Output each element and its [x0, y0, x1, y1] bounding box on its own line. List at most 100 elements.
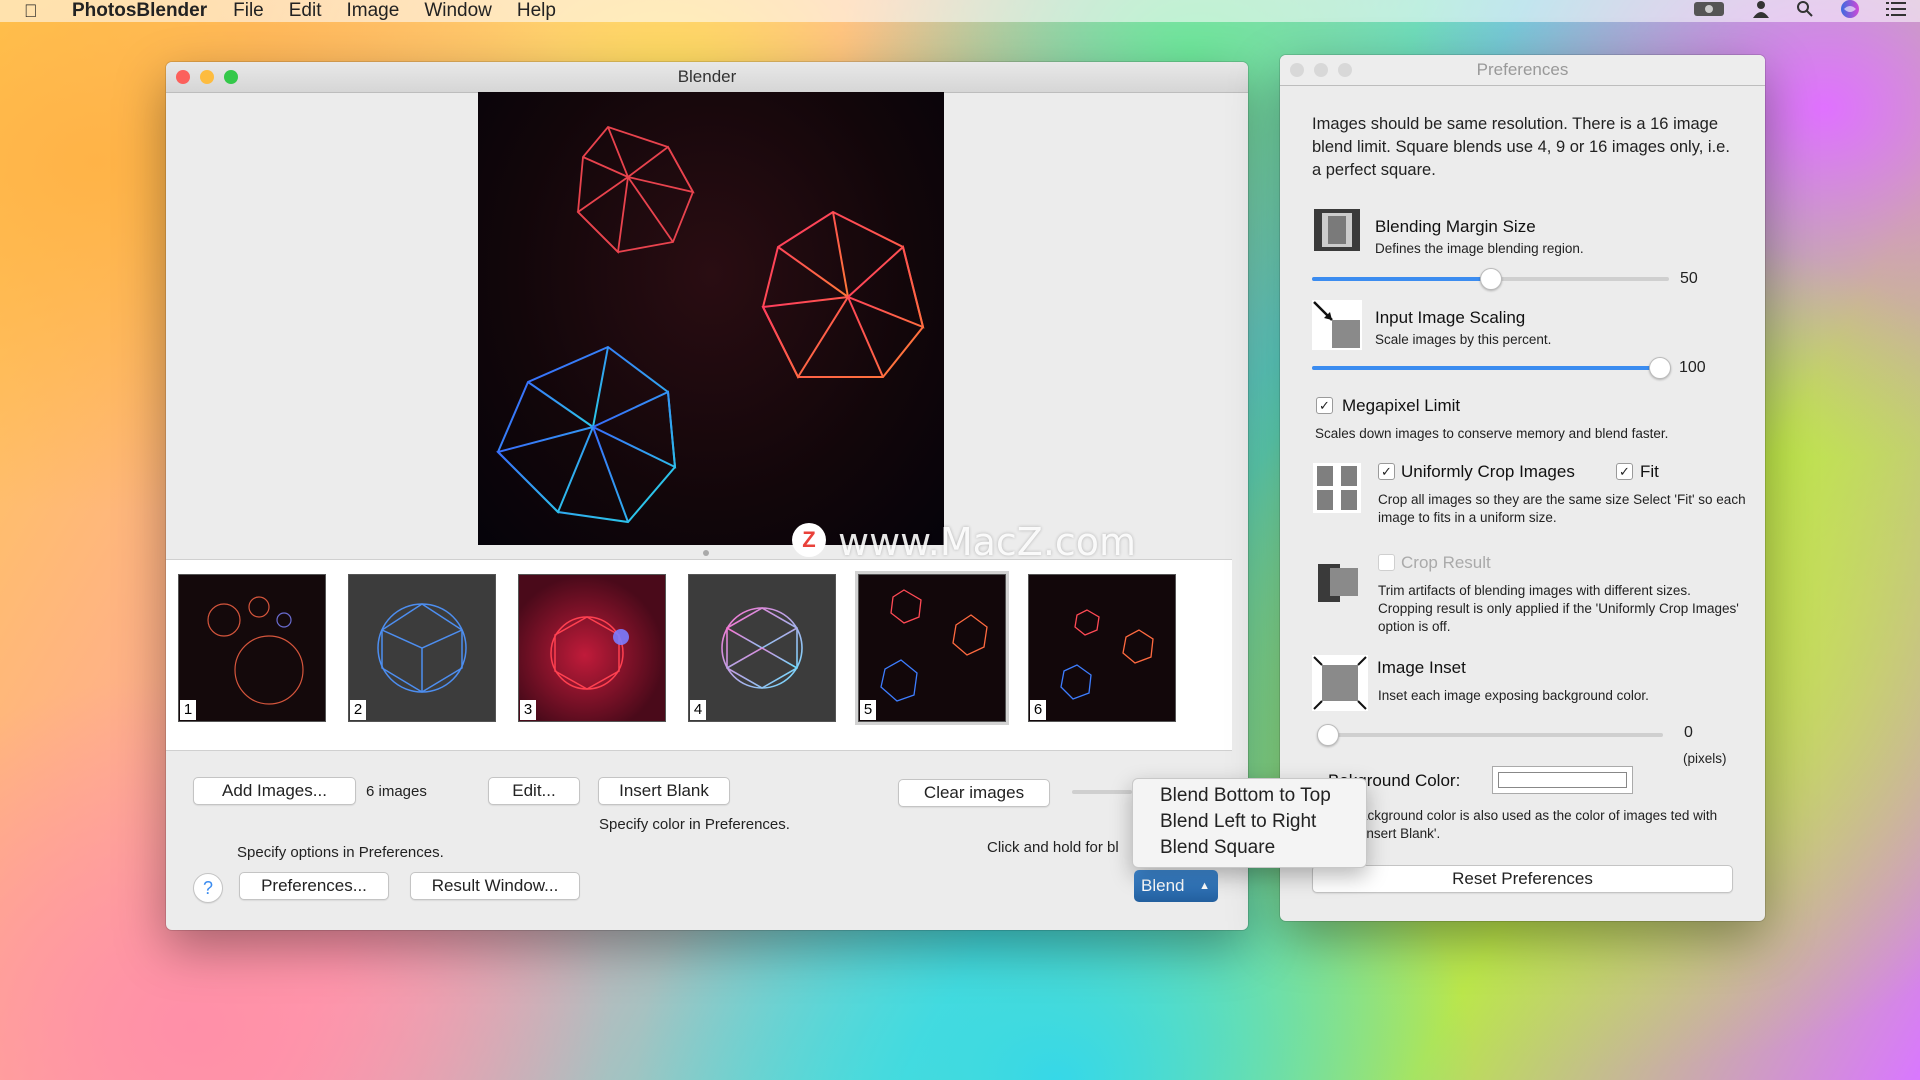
menu-window[interactable]: Window — [424, 0, 492, 22]
inset-title: Image Inset — [1377, 658, 1466, 677]
preferences-titlebar[interactable]: Preferences — [1280, 55, 1765, 86]
thumbnail-number: 1 — [180, 700, 196, 720]
thumbnail-number: 2 — [350, 700, 366, 720]
watermark-logo: Z — [792, 523, 826, 557]
fit-checkbox[interactable]: ✓ — [1616, 463, 1633, 480]
background-color-swatch — [1498, 772, 1627, 788]
thumbnail-number: 4 — [690, 700, 706, 720]
blend-label: Blend — [1141, 876, 1185, 895]
insert-blank-hint: Specify color in Preferences. — [599, 816, 790, 833]
hold-hint: Click and hold for bl — [987, 839, 1119, 856]
preferences-intro: Images should be same resolution. There … — [1312, 115, 1730, 179]
scaling-desc: Scale images by this percent. — [1375, 332, 1552, 347]
chevron-up-icon: ▲ — [1199, 880, 1210, 892]
scaling-slider-knob[interactable] — [1649, 357, 1671, 379]
thumbnail-4[interactable]: 4 — [688, 574, 836, 722]
blend-square-item[interactable]: Blend Square — [1160, 837, 1275, 859]
zoom-button[interactable] — [224, 70, 238, 84]
thumbnail-6[interactable]: 6 — [1028, 574, 1176, 722]
menu-edit[interactable]: Edit — [289, 0, 322, 22]
zoom-button[interactable] — [1338, 63, 1352, 77]
apple-icon[interactable]:  — [24, 1, 52, 22]
minimize-button[interactable] — [1314, 63, 1328, 77]
window-title: Blender — [677, 67, 737, 86]
scaling-icon — [1312, 300, 1362, 355]
result-window-button[interactable]: Result Window... — [410, 872, 580, 900]
watermark-text: www.MacZ.com — [838, 520, 1137, 564]
search-icon[interactable] — [1796, 0, 1814, 23]
thumbnail-strip: 1 2 3 4 5 6 — [166, 559, 1232, 751]
megapixel-desc: Scales down images to conserve memory an… — [1315, 426, 1669, 441]
blend-left-to-right-item[interactable]: Blend Left to Right — [1160, 811, 1316, 833]
menu-image[interactable]: Image — [347, 0, 400, 22]
megapixel-label: Megapixel Limit — [1342, 396, 1461, 415]
menu-help[interactable]: Help — [517, 0, 556, 22]
uniform-crop-checkbox[interactable]: ✓ — [1378, 463, 1395, 480]
thumbnail-5[interactable]: 5 — [858, 574, 1006, 722]
clear-images-button[interactable]: Clear images — [898, 779, 1050, 807]
blend-menu: Blend Bottom to Top Blend Left to Right … — [1132, 778, 1367, 868]
background-color-desc: ackground color is also used as the colo… — [1360, 808, 1718, 841]
inset-slider-knob[interactable] — [1317, 724, 1339, 746]
status-icons — [1692, 0, 1906, 22]
close-button[interactable] — [1290, 63, 1304, 77]
scaling-title: Input Image Scaling — [1375, 308, 1526, 327]
options-hint: Specify options in Preferences. — [237, 844, 444, 861]
close-button[interactable] — [176, 70, 190, 84]
crop-result-desc: Trim artifacts of blending images with d… — [1378, 583, 1739, 634]
scaling-value: 100 — [1679, 359, 1706, 376]
siri-icon[interactable] — [1840, 0, 1860, 24]
margin-title: Blending Margin Size — [1375, 217, 1536, 236]
inset-icon — [1312, 655, 1368, 716]
blender-titlebar[interactable]: Blender — [166, 62, 1248, 93]
menu-bar:  PhotosBlender File Edit Image Window H… — [0, 0, 1920, 22]
split-handle[interactable] — [703, 550, 709, 556]
help-button[interactable]: ? — [193, 873, 223, 903]
screen-icon[interactable] — [1692, 0, 1726, 23]
thumbnail-3[interactable]: 3 — [518, 574, 666, 722]
blend-preview-image — [478, 92, 944, 545]
thumbnail-2[interactable]: 2 — [348, 574, 496, 722]
insert-blank-button[interactable]: Insert Blank — [598, 777, 730, 805]
blender-window: Blender 1 2 3 4 5 6 Add Images... 6 imag… — [166, 62, 1248, 930]
inset-slider[interactable] — [1317, 724, 1663, 746]
margin-slider-knob[interactable] — [1480, 268, 1502, 290]
preferences-button[interactable]: Preferences... — [239, 872, 389, 900]
minimize-button[interactable] — [200, 70, 214, 84]
app-menu[interactable]: PhotosBlender — [72, 0, 207, 22]
blend-slider-track[interactable] — [1072, 790, 1132, 794]
thumbnail-number: 3 — [520, 700, 536, 720]
megapixel-checkbox[interactable]: ✓ — [1316, 397, 1333, 414]
margin-icon — [1312, 207, 1362, 258]
crop-result-label: Crop Result — [1401, 553, 1491, 572]
scaling-slider[interactable] — [1312, 357, 1671, 379]
image-count: 6 images — [366, 783, 427, 800]
uniform-crop-label: Uniformly Crop Images — [1401, 462, 1575, 481]
fit-label: Fit — [1640, 462, 1659, 481]
scaling-slider-fill — [1312, 366, 1659, 370]
margin-slider[interactable] — [1312, 268, 1669, 290]
add-images-button[interactable]: Add Images... — [193, 777, 356, 805]
list-icon[interactable] — [1886, 1, 1906, 22]
thumbnail-1[interactable]: 1 — [178, 574, 326, 722]
crop-result-checkbox[interactable] — [1378, 554, 1395, 571]
user-icon[interactable] — [1752, 0, 1770, 23]
crop-icon — [1313, 463, 1361, 518]
menu-file[interactable]: File — [233, 0, 264, 22]
edit-button[interactable]: Edit... — [488, 777, 580, 805]
blend-bottom-to-top-item[interactable]: Blend Bottom to Top — [1160, 785, 1331, 807]
thumbnail-number: 5 — [860, 700, 876, 720]
reset-preferences-button[interactable]: Reset Preferences — [1312, 865, 1733, 893]
inset-unit: (pixels) — [1683, 751, 1727, 766]
margin-desc: Defines the image blending region. — [1375, 241, 1584, 256]
background-color-well[interactable] — [1492, 766, 1633, 794]
margin-value: 50 — [1680, 270, 1698, 287]
margin-slider-fill — [1312, 277, 1490, 281]
thumbnail-number: 6 — [1030, 700, 1046, 720]
crop-result-icon — [1316, 558, 1362, 609]
blend-button[interactable]: Blend ▲ — [1134, 870, 1218, 902]
inset-value: 0 — [1684, 724, 1693, 741]
crop-desc: Crop all images so they are the same siz… — [1378, 492, 1746, 525]
preferences-title: Preferences — [1476, 60, 1569, 79]
inset-desc: Inset each image exposing background col… — [1378, 688, 1649, 703]
